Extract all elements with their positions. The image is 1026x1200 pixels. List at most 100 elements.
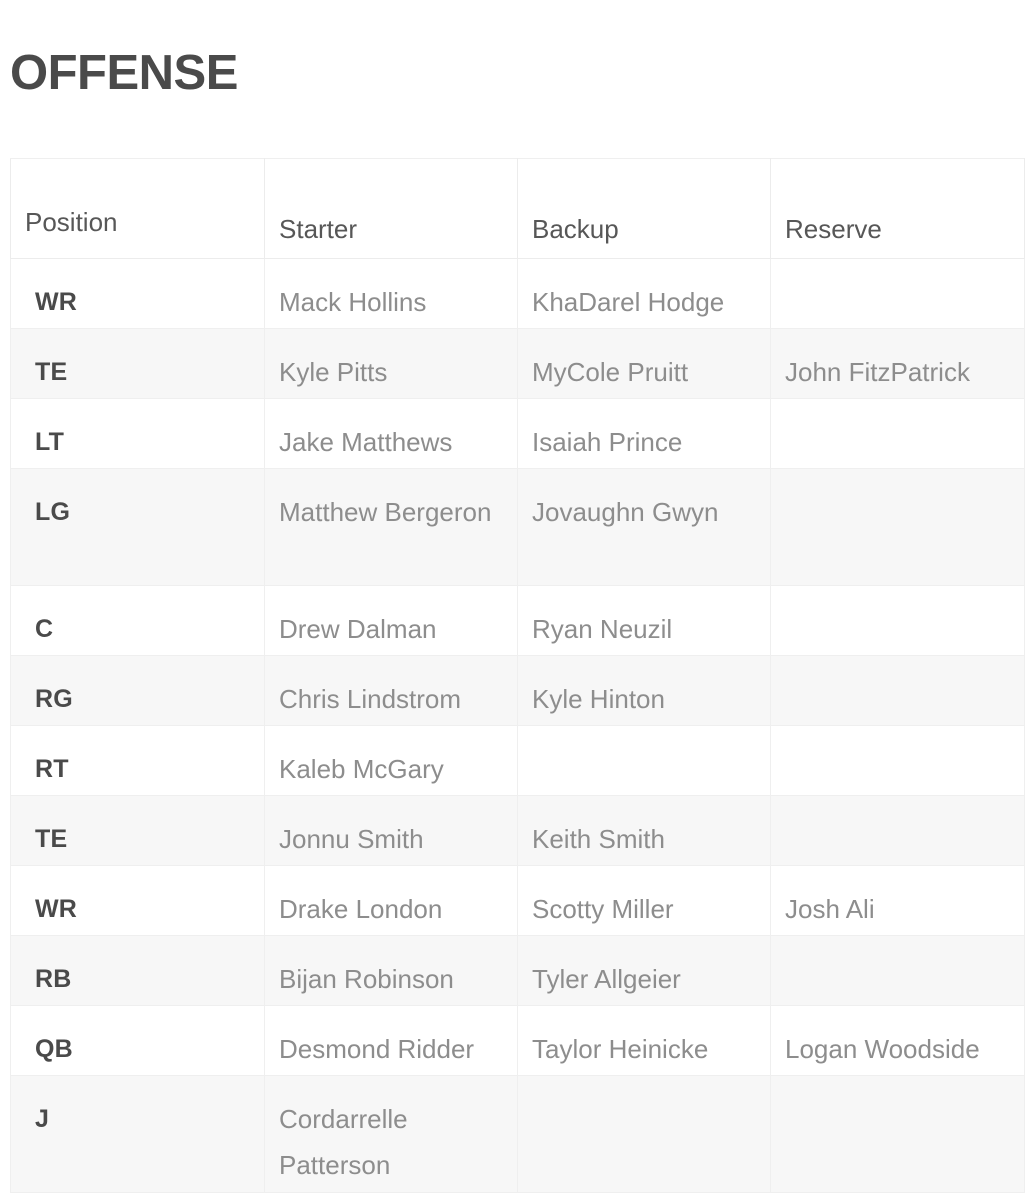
cell-starter: Jonnu Smith (264, 795, 518, 866)
cell-position: C (10, 585, 265, 656)
cell-backup-text: KhaDarel Hodge (532, 287, 725, 317)
cell-backup-text: Isaiah Prince (532, 427, 683, 457)
cell-backup: Ryan Neuzil (517, 585, 771, 656)
cell-starter: Matthew Bergeron (264, 468, 518, 586)
cell-position-text: QB (35, 1035, 73, 1063)
table-row: RT Kaleb McGary (10, 725, 1025, 796)
cell-starter: Desmond Ridder (264, 1005, 518, 1076)
cell-reserve: John FitzPatrick (770, 328, 1025, 399)
cell-reserve (770, 795, 1025, 866)
cell-reserve (770, 468, 1025, 586)
cell-backup: MyCole Pruitt (517, 328, 771, 399)
cell-starter: Drew Dalman (264, 585, 518, 656)
cell-starter-text: Desmond Ridder (279, 1034, 475, 1064)
cell-position-text: J (35, 1105, 50, 1133)
cell-backup (517, 1075, 771, 1193)
cell-starter: Kaleb McGary (264, 725, 518, 796)
cell-backup: Kyle Hinton (517, 655, 771, 726)
cell-backup: KhaDarel Hodge (517, 258, 771, 329)
table-row: C Drew Dalman Ryan Neuzil (10, 585, 1025, 656)
cell-reserve (770, 398, 1025, 469)
cell-position: TE (10, 795, 265, 866)
table-row: J Cordarrelle Patterson (10, 1075, 1025, 1193)
cell-position-text: WR (35, 895, 78, 923)
cell-position: WR (10, 865, 265, 936)
cell-starter-text: Drew Dalman (279, 614, 437, 644)
cell-reserve: Logan Woodside (770, 1005, 1025, 1076)
cell-reserve (770, 935, 1025, 1006)
table-row: RB Bijan Robinson Tyler Allgeier (10, 935, 1025, 1006)
cell-starter: Cordarrelle Patterson (264, 1075, 518, 1193)
cell-starter: Drake London (264, 865, 518, 936)
cell-position-text: TE (35, 825, 68, 853)
offense-depth-chart-table: Position Starter Backup Reserve WR Mack H… (10, 158, 1025, 1193)
cell-backup (517, 725, 771, 796)
table-header-row: Position Starter Backup Reserve (10, 158, 1025, 259)
cell-starter-text: Kaleb McGary (279, 754, 444, 784)
cell-position: LT (10, 398, 265, 469)
table-row: TE Kyle Pitts MyCole Pruitt John FitzPatric… (10, 328, 1025, 399)
cell-starter-text: Mack Hollins (279, 287, 427, 317)
cell-backup-text: Ryan Neuzil (532, 614, 673, 644)
cell-position: RT (10, 725, 265, 796)
cell-backup: Keith Smith (517, 795, 771, 866)
cell-position-text: WR (35, 288, 78, 316)
cell-backup: Scotty Miller (517, 865, 771, 936)
cell-starter-text: Cordarrelle Patterson (279, 1104, 408, 1180)
cell-starter: Jake Matthews (264, 398, 518, 469)
cell-backup: Jovaughn Gwyn (517, 468, 771, 586)
cell-position: RG (10, 655, 265, 726)
cell-backup-text: MyCole Pruitt (532, 357, 689, 387)
cell-position: WR (10, 258, 265, 329)
column-header-backup: Backup (517, 158, 771, 259)
cell-position-text: LG (35, 498, 71, 526)
cell-starter-text: Kyle Pitts (279, 357, 388, 387)
cell-reserve (770, 725, 1025, 796)
table-row: TE Jonnu Smith Keith Smith (10, 795, 1025, 866)
cell-backup-text: Tyler Allgeier (532, 964, 681, 994)
cell-reserve-text: John FitzPatrick (785, 357, 970, 387)
cell-backup-text: Keith Smith (532, 824, 665, 854)
cell-position: J (10, 1075, 265, 1193)
cell-position-text: TE (35, 358, 68, 386)
cell-position: LG (10, 468, 265, 586)
cell-reserve (770, 1075, 1025, 1193)
cell-backup-text: Jovaughn Gwyn (532, 497, 719, 527)
cell-position: QB (10, 1005, 265, 1076)
cell-position-text: RB (35, 965, 72, 993)
cell-position: TE (10, 328, 265, 399)
cell-backup-text: Scotty Miller (532, 894, 674, 924)
cell-starter-text: Matthew Bergeron (279, 497, 492, 527)
cell-position-text: LT (35, 428, 65, 456)
cell-backup-text: Taylor Heinicke (532, 1034, 709, 1064)
table-head: Position Starter Backup Reserve (10, 158, 1025, 259)
cell-reserve: Josh Ali (770, 865, 1025, 936)
column-header-reserve: Reserve (770, 158, 1025, 259)
cell-backup-text: Kyle Hinton (532, 684, 665, 714)
page-title: OFFENSE (10, 45, 238, 100)
table-row: QB Desmond Ridder Taylor Heinicke Logan Woo… (10, 1005, 1025, 1076)
cell-position-text: RT (35, 755, 69, 783)
table-row: LG Matthew Bergeron Jovaughn Gwyn (10, 468, 1025, 586)
column-header-position: Position (10, 158, 265, 259)
cell-position-text: RG (35, 685, 73, 713)
cell-starter-text: Jonnu Smith (279, 824, 424, 854)
cell-reserve-text: Josh Ali (785, 894, 875, 924)
cell-position-text: C (35, 615, 54, 643)
depth-chart-container: Position Starter Backup Reserve WR Mack H… (10, 158, 1025, 1193)
offense-depth-chart-page: OFFENSE Position Starter Backup Reserve … (0, 0, 1026, 1200)
table-row: WR Mack Hollins KhaDarel Hodge (10, 258, 1025, 329)
cell-reserve (770, 258, 1025, 329)
table-row: LT Jake Matthews Isaiah Prince (10, 398, 1025, 469)
cell-reserve (770, 655, 1025, 726)
cell-starter-text: Jake Matthews (279, 427, 453, 457)
cell-reserve-text: Logan Woodside (785, 1034, 980, 1064)
cell-backup: Isaiah Prince (517, 398, 771, 469)
cell-starter: Mack Hollins (264, 258, 518, 329)
cell-starter-text: Chris Lindstrom (279, 684, 462, 714)
cell-starter-text: Drake London (279, 894, 443, 924)
column-header-starter: Starter (264, 158, 518, 259)
cell-starter-text: Bijan Robinson (279, 964, 454, 994)
cell-backup: Tyler Allgeier (517, 935, 771, 1006)
cell-backup: Taylor Heinicke (517, 1005, 771, 1076)
